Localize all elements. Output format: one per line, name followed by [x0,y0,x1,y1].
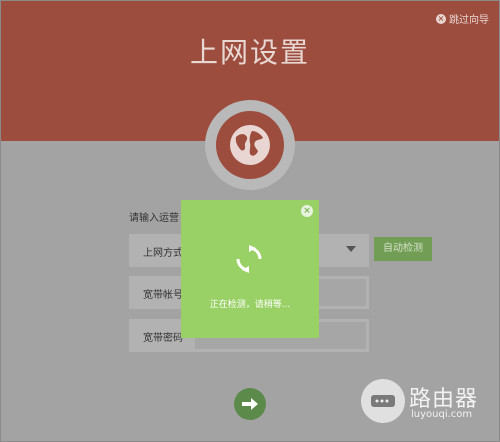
router-icon [361,379,405,423]
watermark: 路由器 luyouqi.com [361,379,496,429]
skip-wizard-link[interactable]: × 跳过向导 [436,11,489,26]
account-label: 宽带帐号 [143,290,183,301]
password-label: 宽带密码 [143,333,183,344]
close-circle-icon: × [436,13,446,24]
globe-icon [216,111,284,179]
isp-prompt: 请输入运营 [129,213,179,224]
auto-detect-button[interactable]: 自动检测 [374,237,432,261]
dialog-close-icon[interactable]: × [301,205,313,217]
arrow-right-icon [242,398,258,410]
connection-type-label: 上网方式 [143,248,183,259]
setup-wizard-window: × 跳过向导 上网设置 请输入运营 上网方式 自动检测 宽带帐号 宽带密码 × [0,0,500,442]
refresh-icon [236,245,262,273]
watermark-domain: luyouqi.com [411,409,473,420]
next-button[interactable] [234,388,266,420]
skip-wizard-label: 跳过向导 [449,15,489,26]
chevron-down-icon[interactable] [346,246,356,252]
detecting-dialog: × 正在检测，请稍等... [181,200,319,338]
page-title: 上网设置 [189,36,310,69]
detecting-status-text: 正在检测，请稍等... [209,300,291,310]
